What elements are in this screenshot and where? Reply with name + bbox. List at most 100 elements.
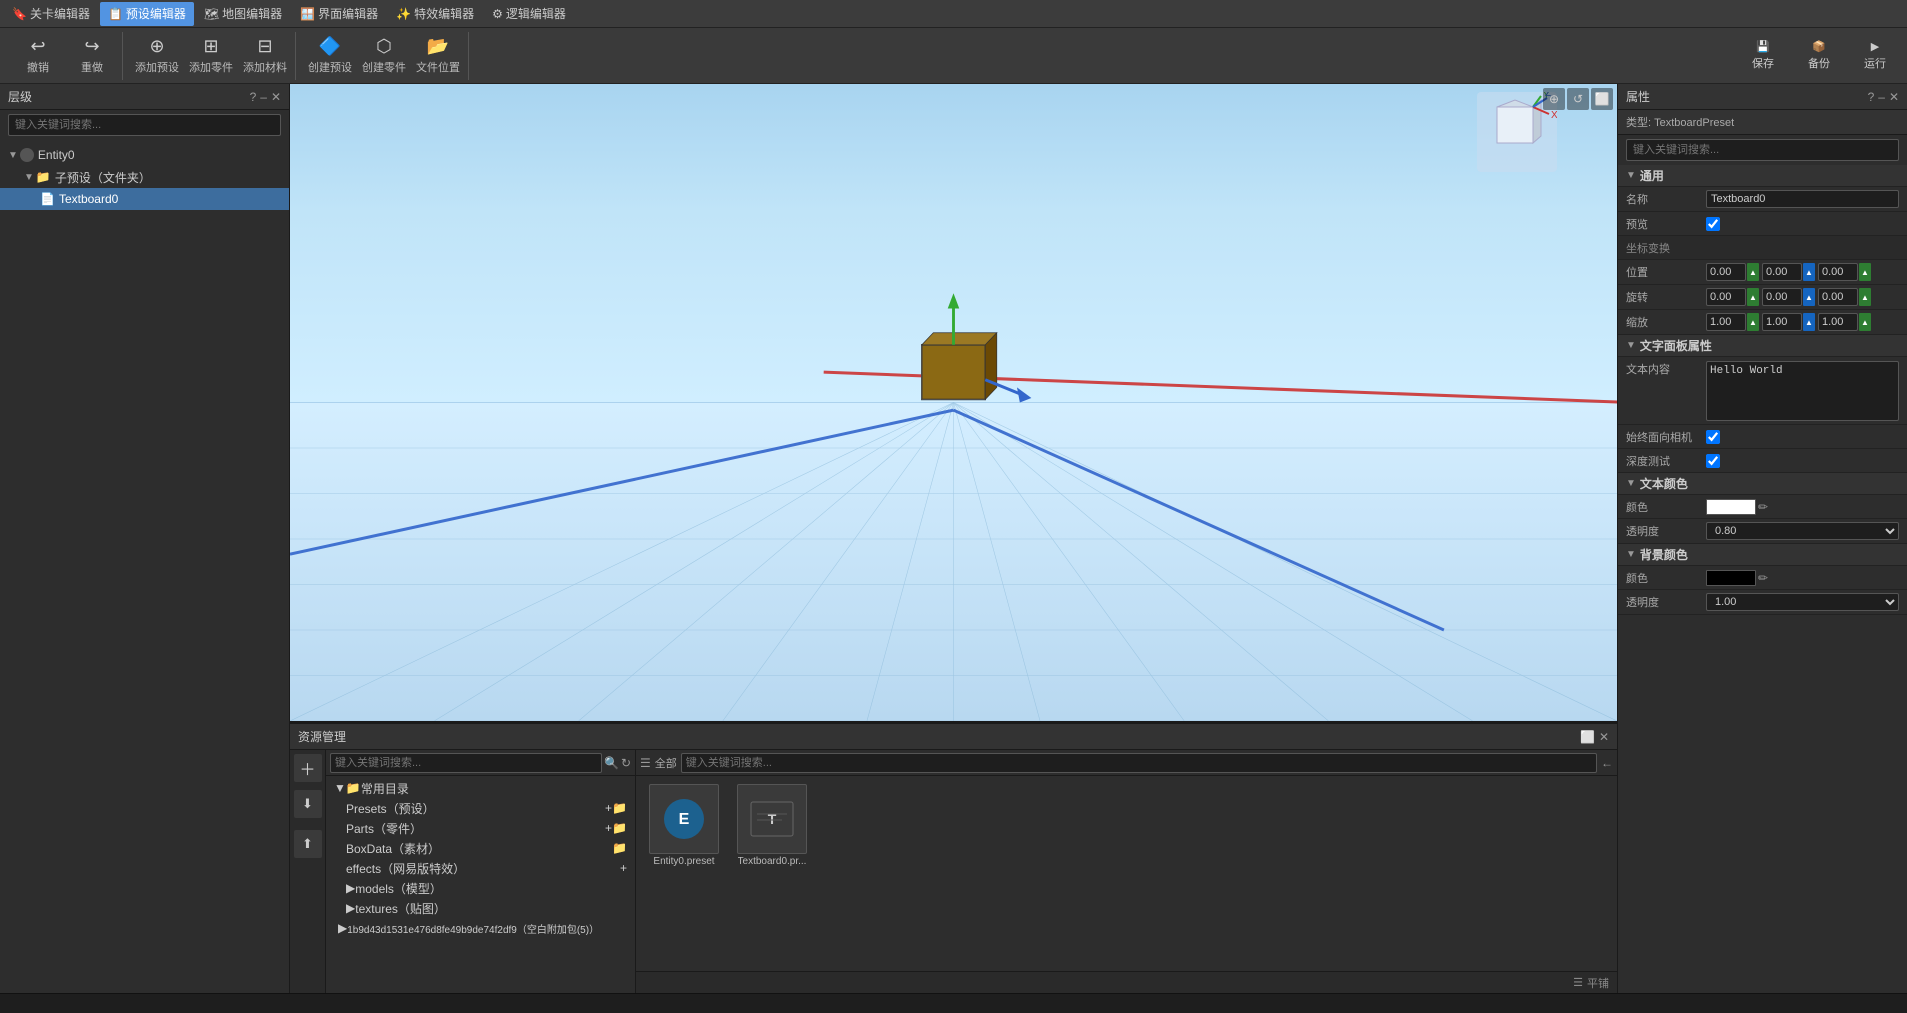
asset-filter-button[interactable]: 🔍 — [604, 756, 619, 770]
backup-button[interactable]: 📦 备份 — [1795, 32, 1843, 80]
position-y-up-btn[interactable]: ▲ — [1803, 263, 1815, 281]
create-preset-button[interactable]: 🔷 创建预设 — [304, 32, 356, 80]
rotation-x-input[interactable] — [1706, 288, 1746, 306]
rotation-z-input[interactable] — [1818, 288, 1858, 306]
redo-button[interactable]: ↪ 重做 — [66, 32, 118, 80]
asset-tree-addon[interactable]: ▶ 1b9d43d1531e476d8fe49b9de74f2df9（空白附加包… — [326, 918, 635, 938]
props-section-bg-color[interactable]: ▼ 背景颜色 — [1618, 544, 1907, 566]
parts-folder-icon: 📁 — [612, 821, 627, 835]
asset-right-search-input[interactable] — [681, 753, 1597, 773]
run-button[interactable]: ▶ 运行 — [1851, 32, 1899, 80]
scale-z-input[interactable] — [1818, 313, 1858, 331]
asset-tree-boxdata[interactable]: BoxData（素材） 📁 — [326, 838, 635, 858]
props-help-button[interactable]: ? — [1868, 90, 1875, 104]
menu-tab-map[interactable]: 🗺 地图编辑器 — [196, 2, 290, 26]
create-part-button[interactable]: ⬡ 创建零件 — [358, 32, 410, 80]
props-row-bg-color: 颜色 ✏ — [1618, 566, 1907, 590]
asset-tree-models[interactable]: ▶ models（模型） — [326, 878, 635, 898]
viewport-refresh-button[interactable]: ↺ — [1567, 88, 1589, 110]
position-x-input[interactable] — [1706, 263, 1746, 281]
menu-tab-bookmark[interactable]: 🔖 关卡编辑器 — [4, 2, 98, 26]
menu-tab-ui[interactable]: 🪟 界面编辑器 — [292, 2, 386, 26]
viewport-crosshair-button[interactable]: ⊕ — [1543, 88, 1565, 110]
asset-footer: ☰ 平铺 — [636, 971, 1617, 993]
preset-icon: 📋 — [108, 7, 123, 21]
undo-button[interactable]: ↩ 撤销 — [12, 32, 64, 80]
rotation-y-up-btn[interactable]: ▲ — [1803, 288, 1815, 306]
position-z-input[interactable] — [1818, 263, 1858, 281]
bg-color-swatch[interactable] — [1706, 570, 1756, 586]
props-section-textboard[interactable]: ▼ 文字面板属性 — [1618, 335, 1907, 357]
hierarchy-minimize-button[interactable]: – — [260, 90, 267, 104]
toolbar-right: 💾 保存 📦 备份 ▶ 运行 — [1739, 32, 1899, 80]
toolbar-group-undoredo: ↩ 撤销 ↪ 重做 — [8, 32, 123, 80]
add-part-button[interactable]: ⊞ 添加零件 — [185, 32, 237, 80]
tree-item-entity0[interactable]: ▼ Entity0 — [0, 144, 289, 166]
asset-tree-search-input[interactable] — [330, 753, 602, 773]
hierarchy-header: 层级 ? – ✕ — [0, 84, 289, 110]
hierarchy-search-input[interactable] — [8, 114, 281, 136]
props-search-input[interactable] — [1626, 139, 1899, 161]
asset-item-textboard0[interactable]: T Textboard0.pr... — [732, 784, 812, 963]
add-material-icon: ⊟ — [257, 36, 272, 57]
asset-new-button[interactable]: ＋ — [294, 754, 322, 782]
asset-refresh-button[interactable]: ↻ — [621, 756, 631, 770]
scale-y-up-btn[interactable]: ▲ — [1803, 313, 1815, 331]
hierarchy-help-button[interactable]: ? — [250, 90, 257, 104]
toolbar: ↩ 撤销 ↪ 重做 ⊕ 添加预设 ⊞ 添加零件 ⊟ 添加材料 🔷 创建预设 ⬡ … — [0, 28, 1907, 84]
add-material-button[interactable]: ⊟ 添加材料 — [239, 32, 291, 80]
hierarchy-panel: 层级 ? – ✕ ▼ Entity0 ▼ 📁 子预设（文件夹） � — [0, 84, 290, 993]
asset-tree-effects[interactable]: effects（网易版特效） + — [326, 858, 635, 878]
position-x-up-btn[interactable]: ▲ — [1747, 263, 1759, 281]
name-input[interactable] — [1706, 190, 1899, 208]
tree-arrow-sub: ▼ — [24, 172, 34, 183]
menu-tab-effect[interactable]: ✨ 特效编辑器 — [388, 2, 482, 26]
props-section-general[interactable]: ▼ 通用 — [1618, 165, 1907, 187]
viewport[interactable]: Y X Z ⊕ ↺ ⬜ — [290, 84, 1617, 723]
asset-manager-maximize-button[interactable]: ⬜ — [1580, 730, 1595, 744]
bg-color-picker-icon[interactable]: ✏ — [1758, 571, 1768, 585]
asset-tree-presets[interactable]: Presets（预设） + 📁 — [326, 798, 635, 818]
depth-test-checkbox[interactable] — [1706, 454, 1720, 468]
asset-tree-parts[interactable]: Parts（零件） + 📁 — [326, 818, 635, 838]
add-preset-button[interactable]: ⊕ 添加预设 — [131, 32, 183, 80]
text-opacity-select[interactable]: 0.80 — [1706, 522, 1899, 540]
scale-z-up-btn[interactable]: ▲ — [1859, 313, 1871, 331]
hierarchy-close-button[interactable]: ✕ — [271, 90, 281, 104]
text-content-textarea[interactable]: Hello World — [1706, 361, 1899, 421]
asset-tree-textures[interactable]: ▶ textures（贴图） — [326, 898, 635, 918]
file-location-button[interactable]: 📂 文件位置 — [412, 32, 464, 80]
position-y-input[interactable] — [1762, 263, 1802, 281]
asset-tree-common[interactable]: ▼ 📁 常用目录 — [326, 778, 635, 798]
position-z-up-btn[interactable]: ▲ — [1859, 263, 1871, 281]
asset-content: ＋ ⬇ ⬆ 🔍 ↻ ▼ 📁 常用目录 — [290, 750, 1617, 993]
props-close-button[interactable]: ✕ — [1889, 90, 1899, 104]
rotation-x-up-btn[interactable]: ▲ — [1747, 288, 1759, 306]
asset-import-button[interactable]: ⬇ — [294, 790, 322, 818]
always-face-camera-checkbox[interactable] — [1706, 430, 1720, 444]
props-section-text-color[interactable]: ▼ 文本颜色 — [1618, 473, 1907, 495]
props-bg-color-value: ✏ — [1706, 570, 1899, 586]
asset-back-button[interactable]: ← — [1601, 756, 1613, 770]
menu-tab-logic[interactable]: ⚙ 逻辑编辑器 — [484, 2, 574, 26]
rotation-z-up-btn[interactable]: ▲ — [1859, 288, 1871, 306]
bg-opacity-select[interactable]: 1.00 — [1706, 593, 1899, 611]
menu-tab-preset[interactable]: 📋 预设编辑器 — [100, 2, 194, 26]
scale-x-up-btn[interactable]: ▲ — [1747, 313, 1759, 331]
asset-filter-all-button[interactable]: ☰ — [640, 756, 651, 770]
scale-x-input[interactable] — [1706, 313, 1746, 331]
text-color-swatch[interactable] — [1706, 499, 1756, 515]
tree-item-textboard0[interactable]: 📄 Textboard0 — [0, 188, 289, 210]
viewport-maximize-button[interactable]: ⬜ — [1591, 88, 1613, 110]
tree-item-sub-preset[interactable]: ▼ 📁 子预设（文件夹） — [0, 166, 289, 188]
rotation-y-input[interactable] — [1762, 288, 1802, 306]
preview-checkbox[interactable] — [1706, 217, 1720, 231]
effect-icon: ✨ — [396, 7, 411, 21]
props-minimize-button[interactable]: – — [1878, 90, 1885, 104]
asset-item-entity0[interactable]: E Entity0.preset — [644, 784, 724, 963]
asset-export-button[interactable]: ⬆ — [294, 830, 322, 858]
save-button[interactable]: 💾 保存 — [1739, 32, 1787, 80]
text-color-picker-icon[interactable]: ✏ — [1758, 500, 1768, 514]
scale-y-input[interactable] — [1762, 313, 1802, 331]
asset-manager-close-button[interactable]: ✕ — [1599, 730, 1609, 744]
